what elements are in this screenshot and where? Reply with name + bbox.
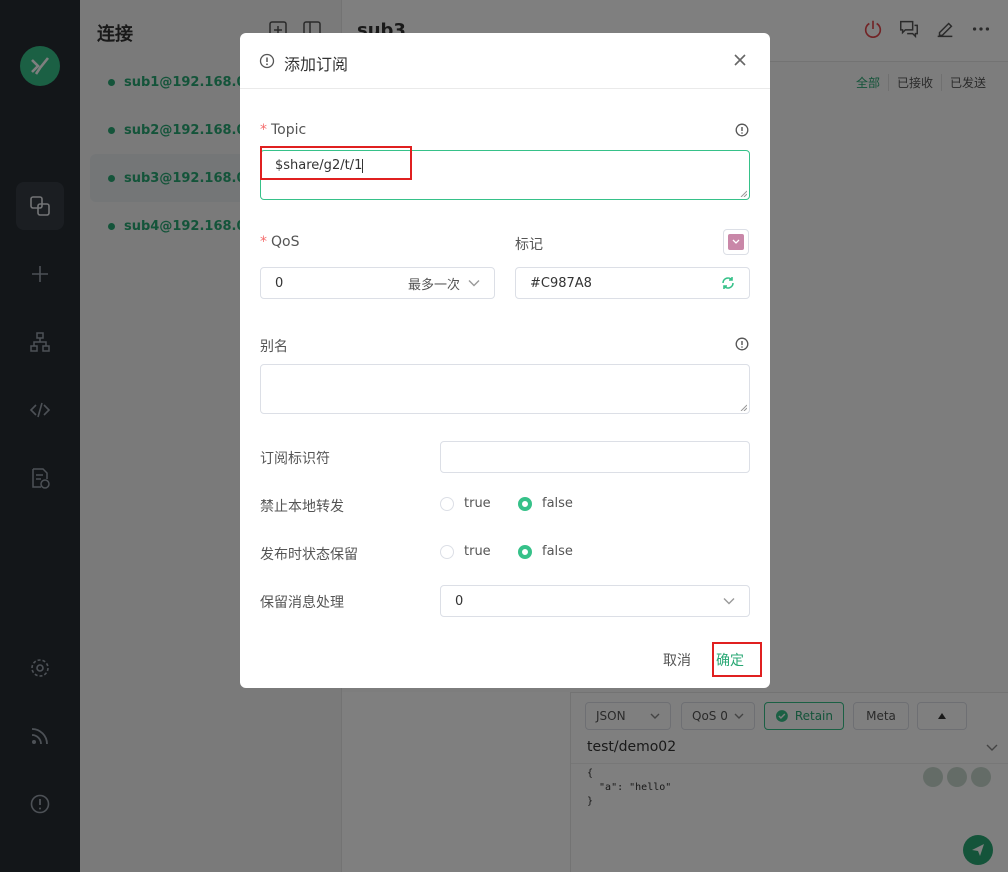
qos-select-value: 0 <box>275 275 284 291</box>
topic-label: Topic <box>271 122 307 138</box>
no-local-label: 禁止本地转发 <box>260 499 344 515</box>
mark-color-value: #C987A8 <box>530 275 592 291</box>
resize-handle-icon[interactable] <box>739 403 747 411</box>
alias-label: 别名 <box>260 339 288 355</box>
subscription-identifier-label: 订阅标识符 <box>260 451 330 467</box>
subscription-identifier-input[interactable] <box>440 441 750 473</box>
radio-label: false <box>542 496 573 511</box>
highlight-box-topic <box>260 146 412 180</box>
highlight-box-confirm <box>712 642 762 677</box>
qos-label: QoS <box>271 234 300 250</box>
dialog-header: 添加订阅 <box>240 33 770 89</box>
close-icon <box>734 54 746 66</box>
radio-circle <box>440 544 454 559</box>
no-local-true-radio[interactable]: true <box>440 496 491 511</box>
cancel-button[interactable]: 取消 <box>663 650 691 670</box>
topic-label-row: * Topic <box>260 122 306 138</box>
mark-label: 标记 <box>515 237 543 253</box>
chevron-down-icon <box>723 598 735 605</box>
radio-label: false <box>542 544 573 559</box>
qos-select-desc: 最多一次 <box>407 277 460 293</box>
radio-circle <box>518 496 532 511</box>
radio-label: true <box>464 496 491 511</box>
mark-color-input[interactable]: #C987A8 <box>515 267 750 299</box>
resize-handle-icon[interactable] <box>739 189 747 197</box>
qos-select[interactable]: 0 最多一次 <box>260 267 495 299</box>
radio-circle <box>518 544 532 559</box>
required-mark: * <box>260 122 267 138</box>
required-mark: * <box>260 234 267 250</box>
alias-input[interactable] <box>260 364 750 414</box>
retain-as-published-false-radio[interactable]: false <box>518 544 573 559</box>
info-icon[interactable] <box>735 337 749 351</box>
refresh-icon[interactable] <box>721 276 735 290</box>
color-swatch <box>728 234 744 250</box>
radio-label: true <box>464 544 491 559</box>
color-picker-button[interactable] <box>723 229 749 255</box>
info-icon <box>259 53 275 69</box>
retain-as-published-label: 发布时状态保留 <box>260 547 358 563</box>
retain-handling-select[interactable]: 0 <box>440 585 750 617</box>
retain-handling-value: 0 <box>455 593 464 609</box>
chevron-down-icon <box>732 239 740 244</box>
info-icon[interactable] <box>735 123 749 137</box>
no-local-false-radio[interactable]: false <box>518 496 573 511</box>
add-subscription-dialog: 添加订阅 * Topic $share/g2/t/1 * QoS 0 最多一次 标记… <box>240 33 770 688</box>
close-button[interactable] <box>730 50 750 70</box>
chevron-down-icon <box>468 280 480 287</box>
dialog-title: 添加订阅 <box>284 55 349 74</box>
qos-label-row: * QoS <box>260 234 299 250</box>
retain-handling-label: 保留消息处理 <box>260 595 344 611</box>
retain-as-published-true-radio[interactable]: true <box>440 544 491 559</box>
radio-circle <box>440 496 454 511</box>
